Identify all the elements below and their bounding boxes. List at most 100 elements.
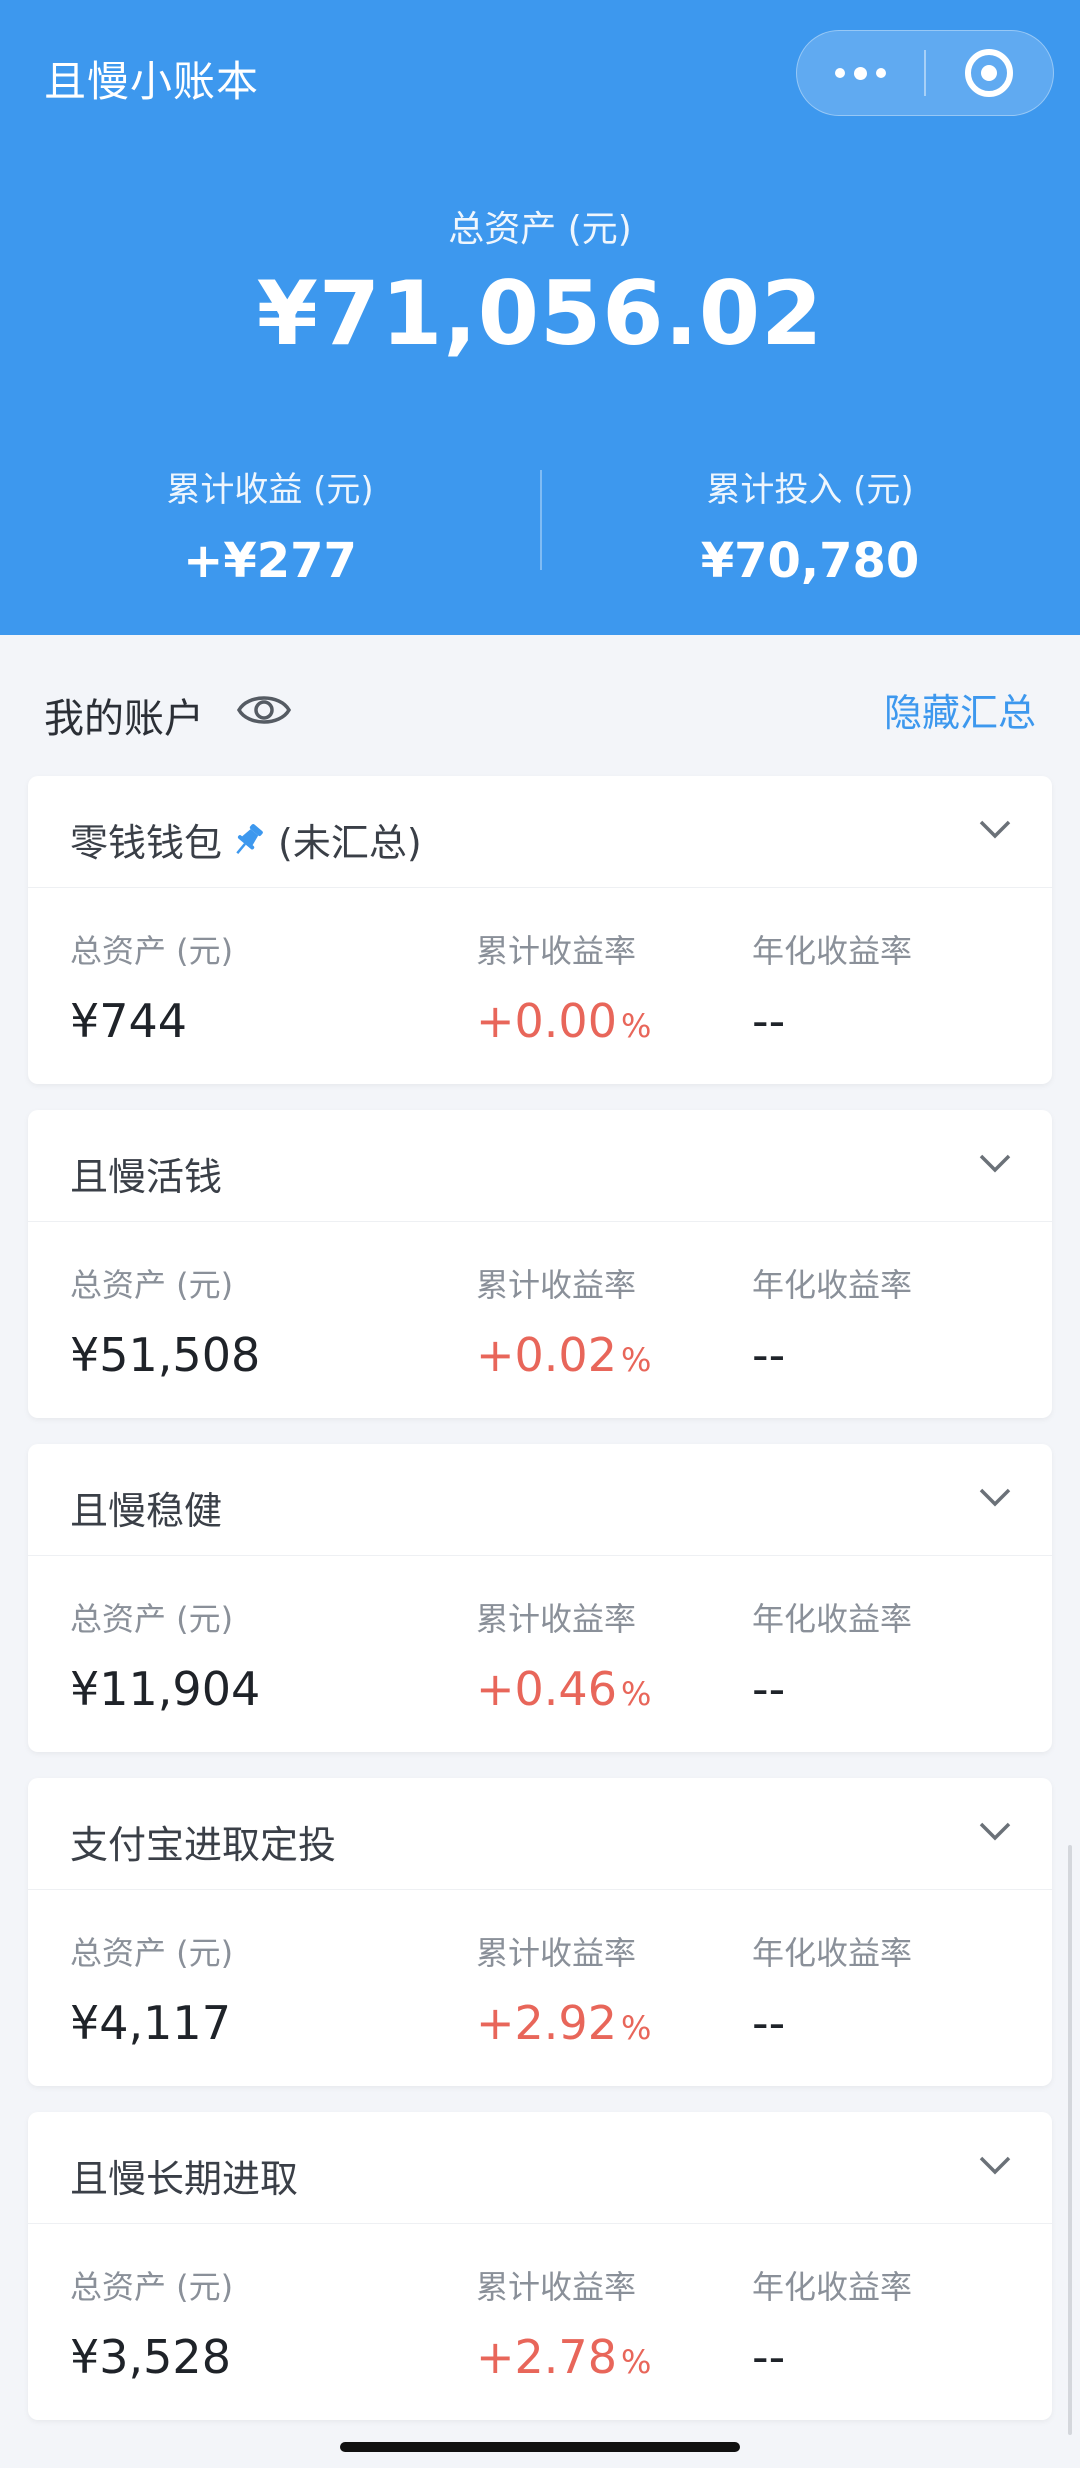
account-card[interactable]: 且慢长期进取 总资产 (元) ¥3,528 累计收益率 +2.78% 年化收益率… (28, 2112, 1052, 2420)
account-total-block: 总资产 (元) ¥744 (70, 926, 233, 1048)
pin-icon (236, 823, 263, 854)
home-indicator[interactable] (340, 2442, 740, 2452)
account-annual-return-block: 年化收益率 -- (752, 1594, 912, 1716)
total-assets-value: ¥71,056.02 (256, 262, 824, 365)
cum-return-label: 累计收益率 (476, 1934, 637, 1972)
annual-return-label: 年化收益率 (752, 932, 913, 970)
account-card-header[interactable]: 且慢活钱 (28, 1110, 1052, 1222)
more-button[interactable] (797, 31, 924, 115)
cumulative-investment: 累计投入 (元) ¥70,780 (540, 462, 1080, 589)
more-dots-icon (835, 66, 887, 80)
annual-return-label: 年化收益率 (752, 1600, 913, 1638)
cumulative-profit-label: 累计收益 (元) (166, 470, 374, 510)
summary-header: 且慢小账本 总资产 (元) ¥71,056.02 累计收益 (元) +¥277 … (0, 0, 1080, 635)
cumulative-profit-value: +¥277 (183, 533, 357, 589)
account-total-block: 总资产 (元) ¥11,904 (70, 1594, 260, 1716)
scrollbar[interactable] (1068, 1845, 1072, 2435)
cum-return-value: +2.78% (476, 2330, 651, 2384)
account-name: 支付宝进取定投 (70, 1823, 337, 1867)
account-name-row: 且慢稳健 (70, 1480, 222, 1535)
account-name: 零钱钱包 (70, 821, 223, 865)
eye-icon[interactable] (236, 688, 292, 732)
total-assets-label: 总资产 (元) (70, 932, 234, 970)
account-card[interactable]: 零钱钱包 (未汇总) 总资产 (元) ¥744 累计收益率 +0.00% 年化收… (28, 776, 1052, 1084)
cum-return-number: +0.02 (476, 1328, 617, 1382)
total-assets-label: 总资产 (元) (70, 1266, 234, 1304)
account-cum-return-block: 累计收益率 +0.46% (476, 1594, 651, 1716)
account-total-block: 总资产 (元) ¥51,508 (70, 1260, 260, 1382)
my-accounts-title: 我的账户 (44, 696, 204, 742)
account-card[interactable]: 且慢活钱 总资产 (元) ¥51,508 累计收益率 +0.02% 年化收益率 … (28, 1110, 1052, 1418)
account-name-row: 零钱钱包 (未汇总) (70, 812, 422, 867)
cumulative-investment-label: 累计投入 (元) (706, 470, 914, 510)
cum-return-value: +0.00% (476, 994, 651, 1048)
account-cum-return-block: 累计收益率 +0.02% (476, 1260, 651, 1382)
cum-return-number: +0.46 (476, 1662, 617, 1716)
chevron-down-icon[interactable] (978, 818, 1012, 842)
account-total-value: ¥744 (70, 994, 188, 1048)
hide-summary-link[interactable]: 隐藏汇总 (884, 682, 1036, 737)
account-total-value: ¥3,528 (70, 2330, 231, 2384)
annual-return-value: -- (752, 1662, 786, 1716)
account-name-row: 且慢长期进取 (70, 2148, 298, 2203)
account-cum-return-block: 累计收益率 +2.92% (476, 1928, 651, 2050)
account-annual-return-block: 年化收益率 -- (752, 926, 912, 1048)
miniprogram-capsule (796, 30, 1054, 116)
account-annual-return-block: 年化收益率 -- (752, 1928, 912, 2050)
annual-return-value: -- (752, 994, 786, 1048)
percent-sign: % (620, 1675, 652, 1713)
percent-sign: % (620, 2009, 652, 2047)
cum-return-number: +0.00 (476, 994, 617, 1048)
chevron-down-icon[interactable] (978, 1152, 1012, 1176)
percent-sign: % (620, 1007, 652, 1045)
account-name-row: 且慢活钱 (70, 1146, 222, 1201)
account-card-header[interactable]: 且慢稳健 (28, 1444, 1052, 1556)
cum-return-value: +2.92% (476, 1996, 651, 2050)
cum-return-value: +0.02% (476, 1328, 651, 1382)
account-total-block: 总资产 (元) ¥3,528 (70, 2262, 233, 2384)
cum-return-label: 累计收益率 (476, 2268, 637, 2306)
app-title: 且慢小账本 (44, 57, 260, 106)
cum-return-number: +2.92 (476, 1996, 617, 2050)
account-name: 且慢活钱 (70, 1155, 223, 1199)
annual-return-label: 年化收益率 (752, 1934, 913, 1972)
annual-return-value: -- (752, 1328, 786, 1382)
total-assets-label: 总资产 (元) (70, 1600, 234, 1638)
total-assets-label: 总资产 (元) (70, 2268, 234, 2306)
account-annual-return-block: 年化收益率 -- (752, 1260, 912, 1382)
cum-return-label: 累计收益率 (476, 1600, 637, 1638)
account-card[interactable]: 且慢稳健 总资产 (元) ¥11,904 累计收益率 +0.46% 年化收益率 … (28, 1444, 1052, 1752)
account-card-header[interactable]: 零钱钱包 (未汇总) (28, 776, 1052, 888)
account-total-value: ¥4,117 (70, 1996, 231, 2050)
account-total-block: 总资产 (元) ¥4,117 (70, 1928, 233, 2050)
account-card[interactable]: 支付宝进取定投 总资产 (元) ¥4,117 累计收益率 +2.92% 年化收益… (28, 1778, 1052, 2086)
account-cum-return-block: 累计收益率 +2.78% (476, 2262, 651, 2384)
chevron-down-icon[interactable] (978, 1486, 1012, 1510)
cumulative-investment-value: ¥70,780 (700, 533, 920, 589)
percent-sign: % (620, 1341, 652, 1379)
annual-return-label: 年化收益率 (752, 2268, 913, 2306)
annual-return-value: -- (752, 2330, 786, 2384)
account-card-header[interactable]: 支付宝进取定投 (28, 1778, 1052, 1890)
account-total-value: ¥11,904 (70, 1662, 261, 1716)
cum-return-label: 累计收益率 (476, 1266, 637, 1304)
chevron-down-icon[interactable] (978, 1820, 1012, 1844)
account-total-value: ¥51,508 (70, 1328, 261, 1382)
total-assets-label: 总资产 (元) (70, 1934, 234, 1972)
cumulative-profit: 累计收益 (元) +¥277 (0, 462, 540, 589)
account-note: (未汇总) (278, 821, 422, 865)
account-name: 且慢长期进取 (70, 2157, 299, 2201)
account-cum-return-block: 累计收益率 +0.00% (476, 926, 651, 1048)
cum-return-label: 累计收益率 (476, 932, 637, 970)
cum-return-value: +0.46% (476, 1662, 651, 1716)
account-card-header[interactable]: 且慢长期进取 (28, 2112, 1052, 2224)
cum-return-number: +2.78 (476, 2330, 617, 2384)
account-name: 且慢稳健 (70, 1489, 223, 1533)
annual-return-value: -- (752, 1996, 786, 2050)
account-annual-return-block: 年化收益率 -- (752, 2262, 912, 2384)
account-name-row: 支付宝进取定投 (70, 1814, 336, 1869)
percent-sign: % (620, 2343, 652, 2381)
close-miniprogram-button[interactable] (926, 31, 1053, 115)
chevron-down-icon[interactable] (978, 2154, 1012, 2178)
annual-return-label: 年化收益率 (752, 1266, 913, 1304)
